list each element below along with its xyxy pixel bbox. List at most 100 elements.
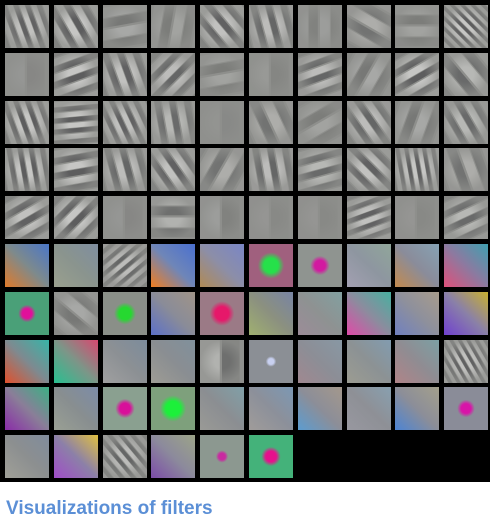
filter-image — [249, 387, 293, 431]
filter-image — [102, 244, 147, 287]
filter-tile — [5, 435, 49, 479]
filter-visualization-figure: Visualizations of filters — [0, 0, 500, 526]
filter-tile — [151, 100, 196, 144]
filter-image — [53, 435, 98, 479]
filter-tile — [249, 148, 293, 192]
filter-image — [297, 196, 342, 240]
filter-image — [200, 244, 245, 287]
filter-tile — [200, 244, 245, 287]
filter-tile — [444, 244, 489, 287]
filter-image — [151, 5, 196, 48]
filter-image — [249, 5, 293, 48]
filter-tile — [5, 244, 49, 287]
filter-tile — [297, 52, 342, 96]
filter-image — [102, 387, 147, 431]
filter-tile — [444, 52, 489, 96]
filter-image — [395, 100, 440, 144]
filter-image — [297, 100, 342, 144]
filter-image — [5, 435, 49, 479]
filter-image — [249, 435, 293, 479]
filter-image — [249, 244, 293, 287]
filter-tile — [200, 5, 245, 48]
filter-tile — [249, 435, 293, 479]
filter-image — [297, 339, 342, 383]
filter-tile — [297, 387, 342, 431]
filter-image — [444, 52, 489, 96]
filter-tile — [5, 148, 49, 192]
filter-tile — [395, 52, 440, 96]
filter-tile — [53, 435, 98, 479]
filter-image — [297, 5, 342, 48]
filter-image — [53, 52, 98, 96]
filter-image — [102, 291, 147, 335]
filter-image — [346, 5, 391, 48]
filter-image — [444, 339, 489, 383]
filter-tile — [249, 244, 293, 287]
filter-tile — [200, 196, 245, 240]
figure-caption: Visualizations of filters — [6, 498, 213, 519]
filter-image — [102, 339, 147, 383]
filter-tile — [102, 100, 147, 144]
filter-tile — [395, 5, 440, 48]
filter-tile — [297, 291, 342, 335]
filter-tile — [395, 196, 440, 240]
filter-image — [102, 100, 147, 144]
filter-image — [395, 5, 440, 48]
filter-tile — [395, 100, 440, 144]
filter-tile — [5, 291, 49, 335]
filter-image — [297, 148, 342, 192]
filter-image — [5, 52, 49, 96]
filter-tile — [297, 339, 342, 383]
filter-tile — [151, 291, 196, 335]
filter-image — [346, 244, 391, 287]
filter-image — [151, 52, 196, 96]
filter-image — [249, 196, 293, 240]
filter-tile — [53, 196, 98, 240]
filter-image — [249, 291, 293, 335]
filter-tile — [200, 435, 245, 479]
filter-tile — [249, 387, 293, 431]
filter-tile — [53, 244, 98, 287]
filter-image — [444, 244, 489, 287]
filter-tile — [53, 5, 98, 48]
filter-tile — [297, 196, 342, 240]
filter-tile — [444, 100, 489, 144]
filter-tile — [5, 387, 49, 431]
filter-tile — [346, 52, 391, 96]
filter-image — [395, 52, 440, 96]
filter-tile — [53, 339, 98, 383]
filter-tile — [151, 148, 196, 192]
filter-tile — [151, 196, 196, 240]
filter-image — [444, 387, 489, 431]
filter-image — [200, 196, 245, 240]
filter-image — [395, 244, 440, 287]
filter-image — [297, 387, 342, 431]
filter-tile — [249, 100, 293, 144]
filter-image — [346, 100, 391, 144]
filter-tile — [249, 339, 293, 383]
filter-image — [297, 52, 342, 96]
filter-tile — [102, 291, 147, 335]
filter-image — [395, 339, 440, 383]
filter-image — [200, 148, 245, 192]
filter-tile — [249, 5, 293, 48]
filter-image — [5, 244, 49, 287]
filter-image — [395, 291, 440, 335]
filter-image — [53, 244, 98, 287]
filter-image — [444, 148, 489, 192]
filter-tile — [102, 5, 147, 48]
filter-image — [102, 52, 147, 96]
filter-tile — [249, 291, 293, 335]
filter-image — [444, 291, 489, 335]
filter-image — [53, 387, 98, 431]
filter-tile — [53, 52, 98, 96]
filter-tile — [444, 387, 489, 431]
filter-image — [53, 339, 98, 383]
filter-image — [346, 387, 391, 431]
filter-image — [200, 435, 245, 479]
filter-image — [5, 291, 49, 335]
filter-image — [444, 5, 489, 48]
filter-tile — [444, 196, 489, 240]
filter-image — [249, 148, 293, 192]
filter-tile — [102, 148, 147, 192]
